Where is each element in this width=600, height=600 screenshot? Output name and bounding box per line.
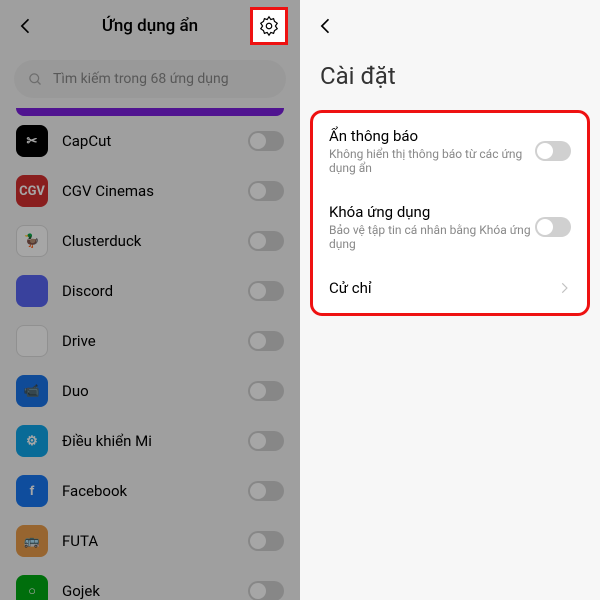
app-icon: ✂	[16, 125, 48, 157]
app-icon: 📹	[16, 375, 48, 407]
arrow-left-icon	[316, 16, 336, 36]
left-title: Ứng dụng ẩn	[102, 16, 198, 36]
arrow-left-icon	[16, 16, 36, 36]
app-name: Clusterduck	[62, 232, 248, 250]
search-input[interactable]: Tìm kiếm trong 68 ứng dụng	[14, 60, 286, 98]
setting-toggle[interactable]	[535, 141, 571, 161]
app-toggle[interactable]	[248, 281, 284, 301]
settings-button-highlight	[250, 7, 288, 45]
app-toggle[interactable]	[248, 431, 284, 451]
settings-row[interactable]: Cử chỉ	[313, 265, 587, 313]
app-name: CapCut	[62, 132, 248, 150]
setting-title: Ẩn thông báo	[329, 127, 535, 145]
app-toggle[interactable]	[248, 181, 284, 201]
app-name: FUTA	[62, 532, 248, 550]
setting-desc: Không hiển thị thông báo từ các ứng dụng…	[329, 147, 535, 175]
right-header	[300, 0, 600, 52]
app-icon: 🚌	[16, 525, 48, 557]
app-row: 📹 Duo	[0, 366, 300, 416]
app-row: Discord	[0, 266, 300, 316]
left-header: Ứng dụng ẩn	[0, 0, 300, 52]
app-name: Gojek	[62, 582, 248, 600]
app-icon: △	[16, 325, 48, 357]
app-icon: 🦆	[16, 225, 48, 257]
app-row: ○ Gojek	[0, 566, 300, 600]
app-name: Drive	[62, 332, 248, 350]
app-icon: ○	[16, 575, 48, 600]
app-name: Điều khiển Mi	[62, 432, 248, 450]
app-toggle[interactable]	[248, 131, 284, 151]
app-row: f Facebook	[0, 466, 300, 516]
settings-title: Cài đặt	[300, 52, 600, 110]
app-toggle[interactable]	[248, 481, 284, 501]
app-toggle[interactable]	[248, 331, 284, 351]
hidden-apps-panel: Ứng dụng ẩn Tìm kiếm trong 68 ứng dụng ✂…	[0, 0, 300, 600]
back-button-left[interactable]	[12, 12, 40, 40]
app-name: Facebook	[62, 482, 248, 500]
app-icon-partial	[16, 108, 284, 116]
app-row: CGV CGV Cinemas	[0, 166, 300, 216]
settings-row[interactable]: Ẩn thông báo Không hiển thị thông báo từ…	[313, 113, 587, 189]
app-name: CGV Cinemas	[62, 182, 248, 200]
app-icon: f	[16, 475, 48, 507]
app-toggle[interactable]	[248, 531, 284, 551]
app-row: △ Drive	[0, 316, 300, 366]
app-row: 🚌 FUTA	[0, 516, 300, 566]
setting-desc: Bảo vệ tập tin cá nhân bằng Khóa ứng dụn…	[329, 223, 535, 251]
setting-toggle[interactable]	[535, 217, 571, 237]
setting-title: Cử chỉ	[329, 279, 557, 297]
search-icon	[28, 72, 43, 87]
app-row: ✂ CapCut	[0, 116, 300, 166]
settings-row[interactable]: Khóa ứng dụng Bảo vệ tập tin cá nhân bằn…	[313, 189, 587, 265]
app-name: Duo	[62, 382, 248, 400]
app-icon: ⚙	[16, 425, 48, 457]
app-toggle[interactable]	[248, 231, 284, 251]
gear-icon	[258, 15, 280, 37]
setting-title: Khóa ứng dụng	[329, 203, 535, 221]
app-name: Discord	[62, 282, 248, 300]
chevron-right-icon	[557, 280, 571, 299]
settings-panel: Cài đặt Ẩn thông báo Không hiển thị thôn…	[300, 0, 600, 600]
app-icon: CGV	[16, 175, 48, 207]
apps-list: ✂ CapCut CGV CGV Cinemas 🦆 Clusterduck D…	[0, 108, 300, 600]
back-button-right[interactable]	[312, 12, 340, 40]
settings-card-highlight: Ẩn thông báo Không hiển thị thông báo từ…	[310, 110, 590, 316]
app-toggle[interactable]	[248, 381, 284, 401]
app-row: 🦆 Clusterduck	[0, 216, 300, 266]
settings-button[interactable]	[257, 14, 281, 38]
app-toggle[interactable]	[248, 581, 284, 600]
search-placeholder: Tìm kiếm trong 68 ứng dụng	[53, 71, 229, 87]
app-row: ⚙ Điều khiển Mi	[0, 416, 300, 466]
app-icon	[16, 275, 48, 307]
